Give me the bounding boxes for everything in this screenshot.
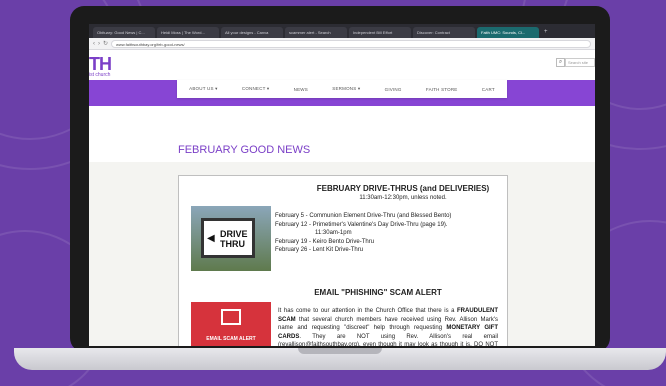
drive-thru-heading: FEBRUARY DRIVE-THRUS (and DELIVERIES) <box>316 184 490 193</box>
drive-thru-sign: ◀ DRIVE THRU <box>201 218 255 258</box>
arrow-left-icon: ◀ <box>207 233 215 244</box>
nav-item-cart[interactable]: CART <box>482 87 495 92</box>
browser-tab[interactable]: Obituary: Good News | C... <box>93 27 155 38</box>
scam-alert-image: EMAIL SCAM ALERT <box>191 302 271 346</box>
drive-thru-list: February 5 - Communion Element Drive-Thr… <box>275 212 451 255</box>
page-title-strip <box>89 106 595 162</box>
list-item: February 5 - Communion Element Drive-Thr… <box>275 213 452 219</box>
browser-tab-bar: Obituary: Good News | C... Heidi Moss | … <box>89 24 595 38</box>
browser-tab[interactable]: Discover: Contract <box>413 27 475 38</box>
main-nav: ABOUT US ▾ CONNECT ▾ NEWS SERMONS ▾ GIVI… <box>177 80 507 98</box>
new-tab-button[interactable]: + <box>541 27 551 38</box>
forward-icon[interactable]: › <box>98 41 100 47</box>
drive-thru-image: ◀ DRIVE THRU <box>191 206 271 271</box>
nav-item-about[interactable]: ABOUT US ▾ <box>189 86 217 92</box>
nav-item-news[interactable]: NEWS <box>294 87 308 92</box>
url-input[interactable]: www.faithsouthbay.org/feb-good-news/ <box>111 39 591 48</box>
nav-band: ABOUT US ▾ CONNECT ▾ NEWS SERMONS ▾ GIVI… <box>89 80 595 106</box>
list-item: February 12 - Primetimer's Valentine's D… <box>275 221 448 228</box>
nav-item-giving[interactable]: GIVING <box>385 87 402 92</box>
browser-tab-active[interactable]: Faith UMC: Sounds, Cl... <box>477 27 539 38</box>
browser-tab[interactable]: Heidi Moss | The Word... <box>157 27 219 38</box>
page-content: FEBRUARY GOOD NEWS FEBRUARY DRIVE-THRUS … <box>89 106 595 346</box>
scam-alert-heading: EMAIL "PHISHING" SCAM ALERT <box>314 288 442 297</box>
list-item: 11:30am-1pm <box>315 230 352 236</box>
back-icon[interactable]: ‹ <box>93 41 95 47</box>
laptop-screen: Obituary: Good News | C... Heidi Moss | … <box>89 24 595 346</box>
browser-tab[interactable]: scammer alert - Search <box>285 27 347 38</box>
drive-thru-sign-text: DRIVE THRU <box>220 229 248 249</box>
site-header: TH ist church ⌕ Search site <box>89 50 595 80</box>
search-input[interactable]: Search site <box>565 58 595 67</box>
list-item: February 26 - Lent Kit Drive-Thru <box>275 247 364 253</box>
drive-thru-time: 11:30am-12:30pm, unless noted. <box>359 195 447 201</box>
search-icon[interactable]: ⌕ <box>556 58 565 67</box>
list-item: February 19 - Keiro Bento Drive-Thru <box>275 238 375 245</box>
reload-icon[interactable]: ↻ <box>103 40 108 47</box>
scam-alert-image-label: EMAIL SCAM ALERT <box>206 336 256 342</box>
nav-item-connect[interactable]: CONNECT ▾ <box>242 86 269 92</box>
page-title: FEBRUARY GOOD NEWS <box>178 144 311 156</box>
scam-alert-paragraph: It has come to our attention in the Chur… <box>278 308 498 346</box>
nav-item-sermons[interactable]: SERMONS ▾ <box>332 86 360 92</box>
browser-tab[interactable]: All your designs - Canva <box>221 27 283 38</box>
newsletter-card: FEBRUARY DRIVE-THRUS (and DELIVERIES) 11… <box>178 175 508 346</box>
browser-tab[interactable]: Independent Bill Effort <box>349 27 411 38</box>
site-logo-subtitle: ist church <box>89 72 111 78</box>
envelope-icon <box>221 309 241 325</box>
laptop-notch <box>298 348 382 354</box>
nav-item-faith-store[interactable]: FAITH STORE <box>426 87 458 92</box>
address-bar-row: ‹ › ↻ www.faithsouthbay.org/feb-good-new… <box>89 38 595 50</box>
